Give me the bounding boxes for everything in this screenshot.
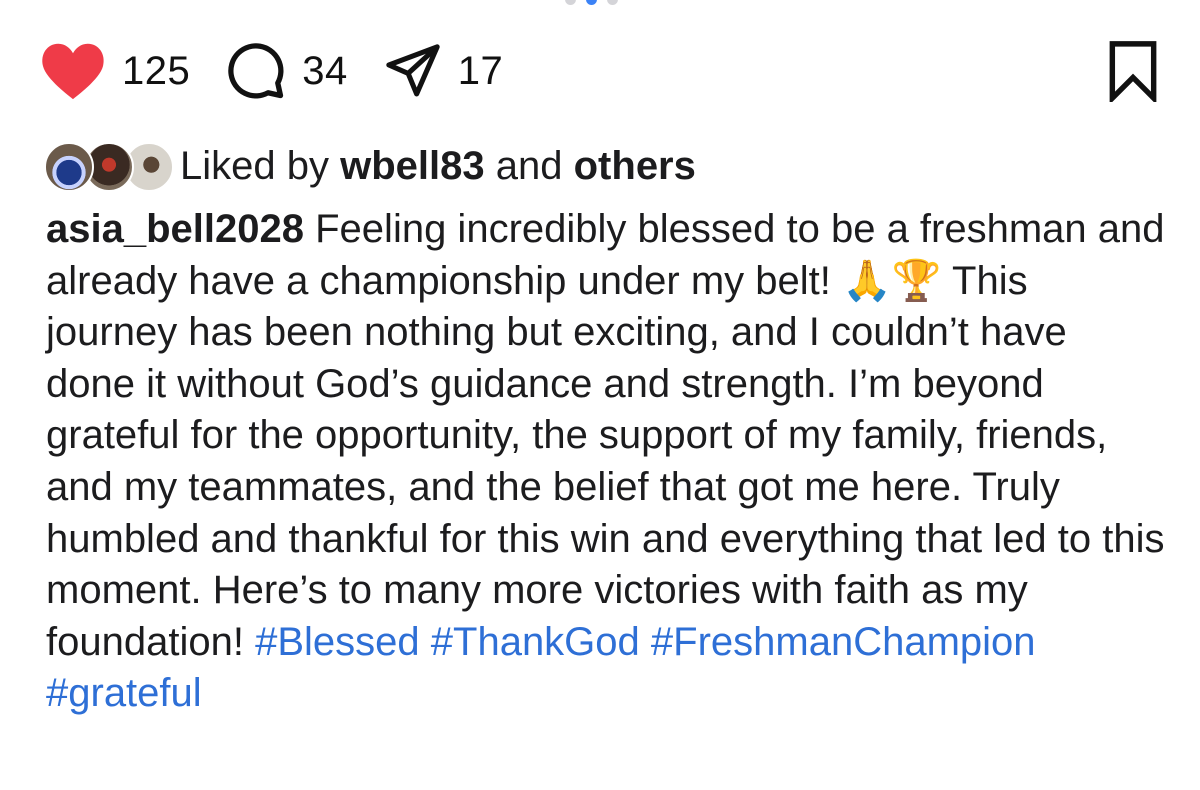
caption-username[interactable]: asia_bell2028 (46, 207, 304, 251)
avatar (44, 142, 94, 192)
caption-text-part2: This journey has been nothing but exciti… (46, 258, 1165, 664)
bookmark-button[interactable] (1106, 40, 1160, 107)
like-button[interactable]: 125 (40, 41, 190, 101)
share-count: 17 (457, 48, 504, 93)
comment-bubble-icon (226, 41, 286, 101)
liker-avatars (44, 140, 174, 192)
paper-plane-icon (384, 42, 442, 100)
bookmark-icon (1106, 41, 1160, 106)
liked-by-prefix: Liked by (180, 143, 329, 188)
hashtag-thankgod[interactable]: #ThankGod (431, 620, 640, 664)
post-caption: asia_bell2028 Feeling incredibly blessed… (46, 204, 1166, 720)
comment-count: 34 (302, 48, 348, 93)
liked-by-and: and (495, 143, 563, 188)
praying-hands-emoji: 🙏 (842, 257, 892, 304)
liked-by-others[interactable]: others (574, 144, 696, 189)
carousel-dots (565, 0, 618, 5)
carousel-dot (565, 0, 576, 5)
trophy-emoji: 🏆 (891, 257, 942, 304)
carousel-dot (607, 0, 618, 5)
liked-by-user[interactable]: wbell83 (340, 144, 485, 189)
carousel-dot-active (586, 0, 597, 5)
heart-icon (40, 41, 106, 101)
like-count: 125 (122, 48, 191, 93)
comment-button[interactable]: 34 (226, 41, 348, 101)
hashtag-freshmanchampion[interactable]: #FreshmanChampion (651, 620, 1036, 664)
liked-by-row[interactable]: Liked by wbell83 and others (44, 140, 696, 192)
hashtag-blessed[interactable]: #Blessed (255, 620, 420, 664)
hashtag-grateful[interactable]: #grateful (46, 671, 202, 715)
share-button[interactable]: 17 (384, 42, 504, 100)
post-actions-bar: 125 34 17 (40, 40, 1160, 105)
